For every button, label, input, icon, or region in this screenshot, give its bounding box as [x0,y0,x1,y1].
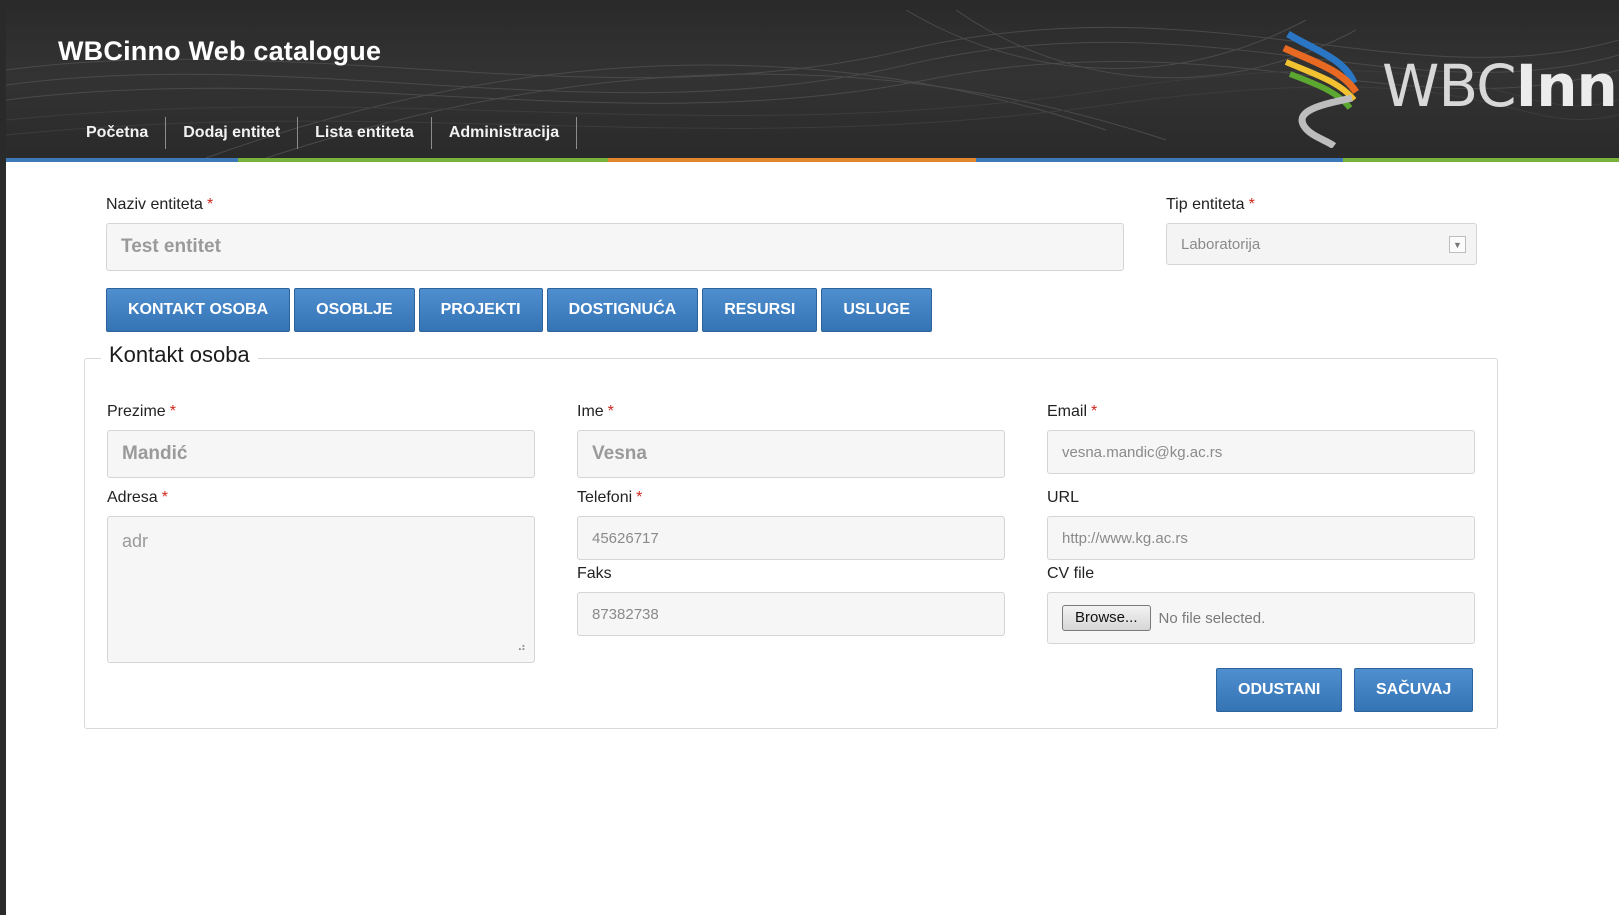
swirl-logo-icon [1282,31,1359,148]
save-button[interactable]: SAČUVAJ [1354,668,1474,712]
entity-tabs: KONTAKT OSOBA OSOBLJE PROJEKTI DOSTIGNUĆ… [106,288,936,332]
cv-file-label: CV file [1047,565,1095,582]
nav-dodaj-entitet[interactable]: Dodaj entitet [166,117,299,149]
tab-resursi[interactable]: RESURSI [702,288,818,332]
header-color-stripe [6,158,1619,162]
entity-type-select[interactable]: Laboratorija ▼ [1166,223,1477,265]
email-label: Email * [1047,403,1098,420]
tab-kontakt-osoba[interactable]: KONTAKT OSOBA [106,288,291,332]
site-header: WBCinno Web catalogue WBCInno Početna Do… [6,10,1619,158]
ime-label: Ime * [577,403,614,420]
ime-input[interactable]: Vesna [577,430,1005,478]
app-title: WBCinno Web catalogue [58,36,382,66]
chevron-down-icon: ▼ [1449,236,1466,253]
url-input[interactable]: http://www.kg.ac.rs [1047,516,1475,560]
entity-name-input[interactable]: Test entitet [106,223,1124,271]
adresa-label: Adresa * [107,489,168,506]
tab-usluge[interactable]: USLUGE [821,288,932,332]
url-label: URL [1047,489,1080,506]
nav-lista-entiteta[interactable]: Lista entiteta [298,117,432,149]
app-window: WBCinno Web catalogue WBCInno Početna Do… [6,10,1619,915]
telefoni-label: Telefoni * [577,489,643,506]
prezime-label: Prezime * [107,403,176,420]
stripe-segment-2 [238,158,608,162]
wbcinno-logo: WBCInno [1274,28,1619,148]
main-nav: Početna Dodaj entitet Lista entiteta Adm… [68,117,578,149]
telefoni-input[interactable]: 45626717 [577,516,1005,560]
nav-pocetna[interactable]: Početna [68,117,167,149]
stripe-segment-1 [6,158,238,162]
entity-type-value: Laboratorija [1181,235,1261,253]
prezime-input[interactable]: Mandić [107,430,535,478]
entity-type-label: Tip entiteta * [1166,196,1255,213]
stripe-segment-4 [976,158,1343,162]
resize-grip-icon[interactable]: ⠴ [517,640,526,654]
adresa-textarea[interactable]: adr ⠴ [107,516,535,663]
tab-projekti[interactable]: PROJEKTI [418,288,543,332]
contact-legend: Kontakt osoba [101,342,258,368]
no-file-text: No file selected. [1158,609,1266,627]
logo-wordmark: WBCInno [1382,52,1619,120]
faks-input[interactable]: 87382738 [577,592,1005,636]
cancel-button[interactable]: ODUSTANI [1216,668,1343,712]
entity-name-label: Naziv entiteta * [106,196,214,213]
browse-button[interactable]: Browse... [1062,605,1151,631]
adresa-value: adr [122,531,149,551]
tab-dostignuca[interactable]: DOSTIGNUĆA [546,288,699,332]
cv-file-input: Browse... No file selected. [1047,592,1475,644]
stripe-segment-3 [608,158,976,162]
nav-administracija[interactable]: Administracija [432,117,578,149]
email-input[interactable]: vesna.mandic@kg.ac.rs [1047,430,1475,474]
faks-label: Faks [577,565,612,582]
stripe-segment-5 [1343,158,1619,162]
tab-osoblje[interactable]: OSOBLJE [294,288,415,332]
